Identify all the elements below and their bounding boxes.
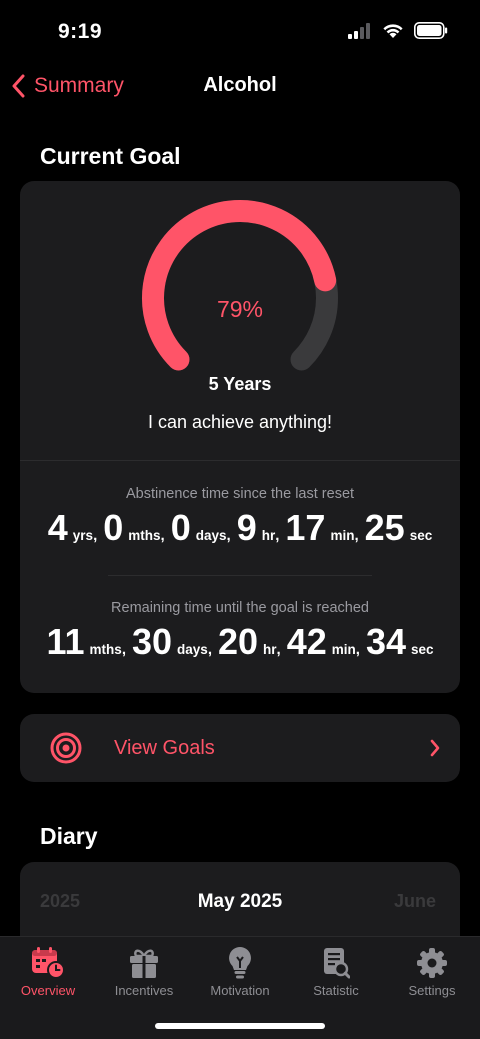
timer-separator: ,: [121, 641, 126, 658]
calendar-clock-icon: [32, 947, 65, 979]
timer-separator: ,: [93, 527, 98, 544]
wifi-icon: [383, 23, 403, 38]
status-icons: [348, 22, 448, 39]
progress-gauge: [142, 200, 338, 371]
timer-unit: mths: [128, 528, 161, 543]
diary-heading: Diary: [40, 823, 98, 849]
timer-unit: hr: [263, 642, 277, 657]
nav-bar: Summary Alcohol: [0, 64, 480, 108]
tab-settings[interactable]: Settings: [384, 945, 480, 998]
timer-value: 0: [170, 507, 191, 548]
timer-unit: yrs: [72, 528, 94, 543]
timer-value: 4: [47, 507, 68, 548]
divider: [108, 575, 372, 576]
remaining-timer: 11 mths, 30 days, 20 hr, 42 min, 34 sec: [20, 621, 460, 663]
tab-motivation-label: Motivation: [210, 983, 270, 998]
gauge-fill: [142, 200, 337, 371]
timer-unit: days: [195, 528, 227, 543]
diary-next-period[interactable]: June: [394, 891, 436, 912]
timer-value: 25: [364, 507, 405, 548]
chevron-right-icon: [430, 739, 440, 757]
timer-value: 30: [131, 621, 173, 662]
goal-motto: I can achieve anything!: [147, 412, 333, 432]
abstinence-caption: Abstinence time since the last reset: [125, 486, 355, 502]
divider: [20, 460, 460, 461]
timer-separator: ,: [354, 527, 359, 544]
timer-unit: min: [331, 642, 356, 657]
current-goal-card: 79% 5 Years I can achieve anything! Abst…: [20, 181, 460, 693]
tab-statistic-label: Statistic: [313, 983, 359, 998]
timer-separator: ,: [160, 527, 165, 544]
tab-bar: Overview Incentives Motivation Statistic…: [0, 936, 480, 1039]
timer-unit: min: [330, 528, 355, 543]
timer-unit: mths: [89, 642, 122, 657]
status-time: 9:19: [58, 20, 103, 43]
timer-value: 17: [285, 507, 326, 548]
timer-unit: sec: [409, 528, 433, 543]
timer-separator: ,: [276, 641, 281, 658]
gift-icon: [130, 949, 158, 978]
current-goal-heading: Current Goal: [40, 143, 181, 169]
target-icon: [50, 732, 82, 764]
timer-unit: days: [177, 642, 208, 657]
lightbulb-icon: [229, 947, 251, 979]
timer-value: 11: [46, 621, 85, 662]
tab-overview[interactable]: Overview: [0, 945, 96, 998]
tab-incentives[interactable]: Incentives: [96, 945, 192, 998]
view-goals-button[interactable]: View Goals: [20, 714, 460, 782]
cellular-signal-icon: [348, 22, 370, 39]
tab-overview-label: Overview: [20, 983, 76, 998]
timer-separator: ,: [226, 527, 231, 544]
tab-motivation[interactable]: Motivation: [192, 945, 288, 998]
gear-icon: [417, 948, 447, 978]
progress-percent: 79%: [216, 296, 264, 322]
remaining-caption: Remaining time until the goal is reached: [111, 600, 369, 616]
tab-statistic[interactable]: Statistic: [288, 945, 384, 998]
timer-separator: ,: [207, 641, 212, 658]
timer-unit: sec: [410, 642, 434, 657]
timer-separator: ,: [355, 641, 360, 658]
goal-duration: 5 Years: [208, 374, 272, 394]
timer-value: 34: [365, 621, 406, 662]
document-search-icon: [324, 948, 350, 979]
timer-value: 20: [217, 621, 259, 662]
timer-value: 0: [103, 507, 124, 548]
home-indicator: [155, 1023, 325, 1029]
timer-value: 9: [236, 507, 257, 548]
status-bar: 9:19: [0, 0, 480, 64]
timer-unit: hr: [261, 528, 276, 543]
abstinence-timer: 4 yrs, 0 mths, 0 days, 9 hr, 17 min, 25 sec: [20, 507, 460, 549]
battery-icon: [414, 22, 448, 39]
tab-settings-label: Settings: [408, 983, 456, 998]
timer-value: 42: [286, 621, 327, 662]
timer-separator: ,: [275, 527, 280, 544]
tab-incentives-label: Incentives: [114, 983, 174, 998]
view-goals-label: View Goals: [114, 737, 215, 759]
page-title: Alcohol: [203, 74, 277, 96]
